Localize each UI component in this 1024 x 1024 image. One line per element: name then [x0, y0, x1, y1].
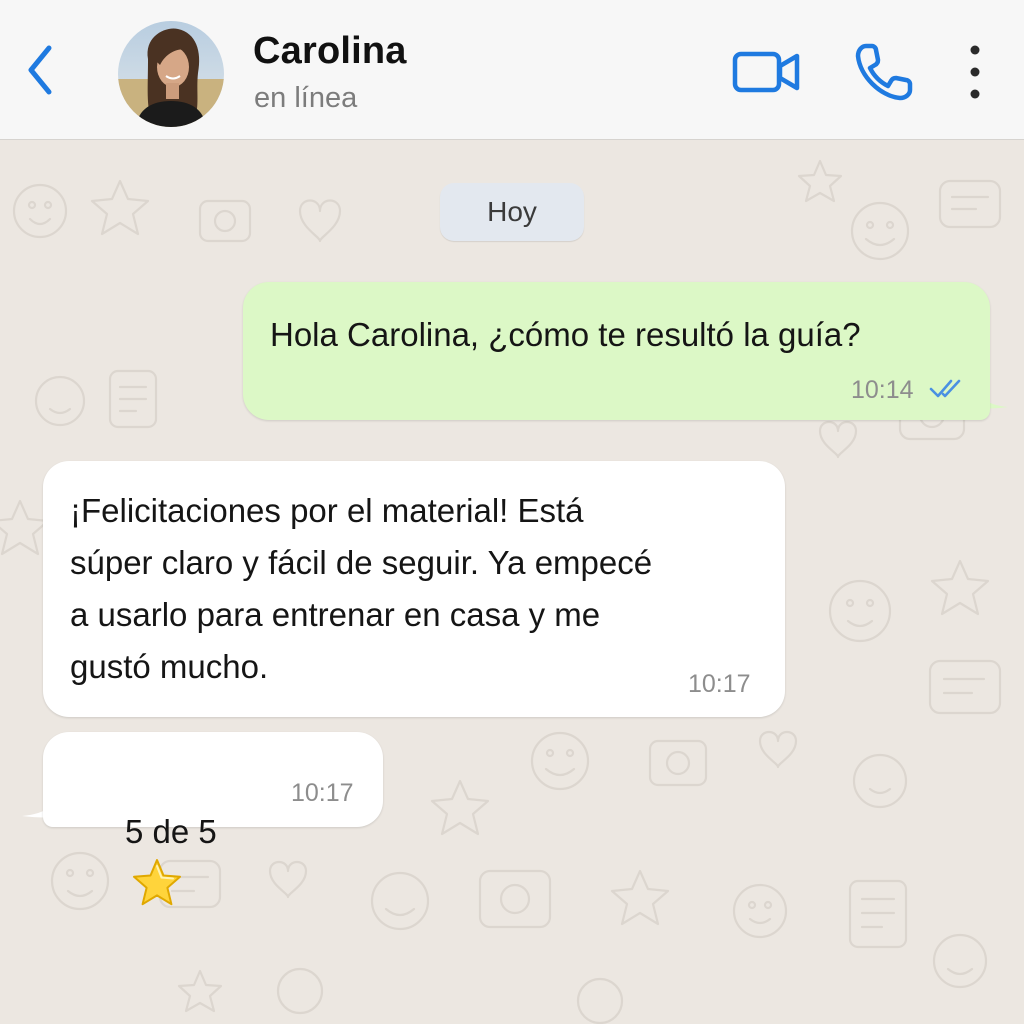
contact-status: en línea: [254, 82, 358, 114]
message-text: ¡Felicitaciones por el material! Está sú…: [70, 492, 653, 685]
date-separator: Hoy: [440, 183, 584, 241]
message-text: 5 de 5: [125, 813, 217, 850]
star-emoji-icon: [133, 859, 182, 906]
voice-call-button[interactable]: [852, 40, 916, 104]
back-button[interactable]: [18, 40, 62, 100]
message-bubble-incoming[interactable]: ¡Felicitaciones por el material! Está sú…: [43, 461, 785, 717]
avatar-photo: [118, 21, 224, 127]
message-time: 10:17: [291, 779, 354, 807]
contact-name[interactable]: Carolina: [253, 30, 407, 73]
video-call-button[interactable]: [730, 44, 804, 100]
more-vertical-icon: [970, 45, 980, 99]
message-bubble-outgoing[interactable]: Hola Carolina, ¿cómo te resultó la guía?…: [243, 282, 990, 420]
chat-header: Carolina en línea: [0, 0, 1024, 140]
message-text-row: 5 de 5: [70, 754, 217, 969]
chat-area[interactable]: Hoy Hola Carolina, ¿cómo te resultó la g…: [0, 141, 1024, 1024]
message-time: 10:14: [851, 376, 914, 404]
contact-avatar[interactable]: [118, 21, 224, 127]
more-options-button[interactable]: [958, 40, 992, 104]
back-chevron-icon: [28, 45, 52, 95]
message-bubble-incoming[interactable]: 5 de 5 10:17: [43, 732, 383, 906]
message-text: Hola Carolina, ¿cómo te resultó la guía?: [270, 316, 861, 353]
video-call-icon: [732, 51, 800, 93]
phone-call-icon: [855, 43, 913, 101]
read-receipt-double-check-icon: [929, 379, 961, 398]
message-time: 10:17: [688, 670, 751, 698]
